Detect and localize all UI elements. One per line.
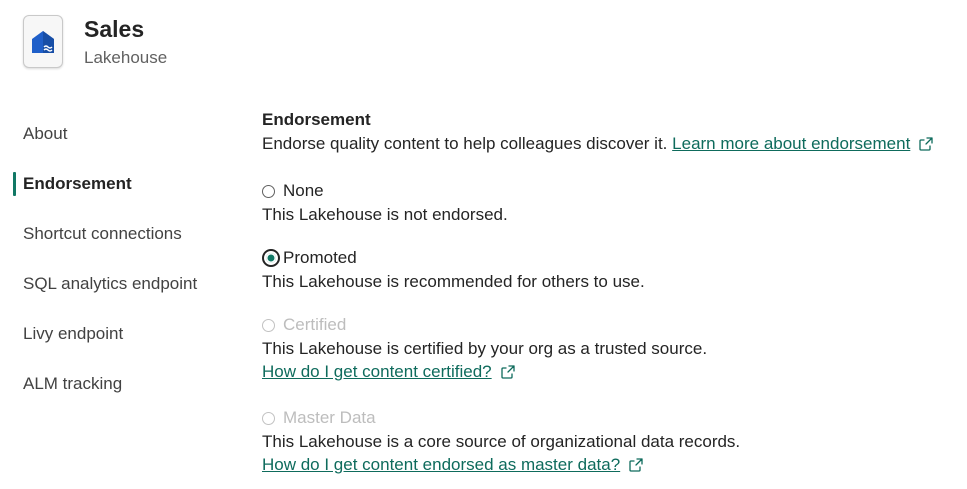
option-description: This Lakehouse is certified by your org …	[262, 339, 708, 358]
section-description: Endorse quality content to help colleagu…	[262, 132, 962, 159]
radio-label: None	[283, 181, 324, 200]
section-title: Endorsement	[262, 110, 371, 129]
nav-item-label: Shortcut connections	[23, 224, 182, 243]
option-description: This Lakehouse is not endorsed.	[262, 205, 508, 224]
nav-item-endorsement[interactable]: Endorsement	[13, 170, 233, 220]
radio-none[interactable]: None	[262, 179, 962, 203]
option-description: This Lakehouse is a core source of organ…	[262, 432, 741, 451]
option-description: This Lakehouse is recommended for others…	[262, 272, 645, 291]
radio-promoted[interactable]: Promoted	[262, 246, 962, 270]
radio-button-disabled	[262, 411, 275, 425]
option-none: None This Lakehouse is not endorsed.	[262, 179, 962, 226]
description-text: Endorse quality content to help colleagu…	[262, 134, 668, 153]
radio-certified: Certified	[262, 313, 962, 337]
nav-item-label: Endorsement	[23, 174, 132, 193]
certified-help: How do I get content certified?	[262, 360, 962, 386]
item-header: Sales Lakehouse	[23, 15, 167, 68]
option-certified: Certified This Lakehouse is certified by…	[262, 313, 962, 386]
option-master-data: Master Data This Lakehouse is a core sou…	[262, 406, 962, 479]
radio-label: Master Data	[283, 408, 376, 427]
radio-master-data: Master Data	[262, 406, 962, 430]
learn-more-link[interactable]: Learn more about endorsement	[672, 134, 910, 153]
radio-button-selected[interactable]	[262, 249, 280, 267]
external-link-icon	[918, 135, 934, 159]
nav-item-label: About	[23, 124, 68, 143]
radio-label: Promoted	[283, 248, 357, 267]
nav-item-livy-endpoint[interactable]: Livy endpoint	[13, 320, 233, 370]
nav-item-about[interactable]: About	[13, 120, 233, 170]
certified-help-link[interactable]: How do I get content certified?	[262, 362, 492, 381]
settings-nav: About Endorsement Shortcut connections S…	[13, 120, 233, 420]
master-data-help: How do I get content endorsed as master …	[262, 453, 962, 479]
lakehouse-icon	[23, 15, 63, 68]
radio-button-disabled	[262, 318, 275, 332]
external-link-icon	[628, 456, 644, 479]
nav-item-sql-analytics-endpoint[interactable]: SQL analytics endpoint	[13, 270, 233, 320]
nav-item-label: Livy endpoint	[23, 324, 124, 343]
nav-item-shortcut-connections[interactable]: Shortcut connections	[13, 220, 233, 270]
nav-item-label: SQL analytics endpoint	[23, 274, 198, 293]
master-data-help-link[interactable]: How do I get content endorsed as master …	[262, 455, 620, 474]
nav-item-label: ALM tracking	[23, 374, 123, 393]
nav-item-alm-tracking[interactable]: ALM tracking	[13, 370, 233, 420]
item-title: Sales	[84, 16, 145, 42]
radio-button[interactable]	[262, 184, 275, 198]
radio-label: Certified	[283, 315, 347, 334]
option-promoted: Promoted This Lakehouse is recommended f…	[262, 246, 962, 293]
external-link-icon	[500, 363, 516, 386]
active-indicator	[13, 172, 16, 196]
item-type: Lakehouse	[84, 48, 168, 67]
endorsement-panel: Endorsement Endorse quality content to h…	[262, 108, 962, 479]
